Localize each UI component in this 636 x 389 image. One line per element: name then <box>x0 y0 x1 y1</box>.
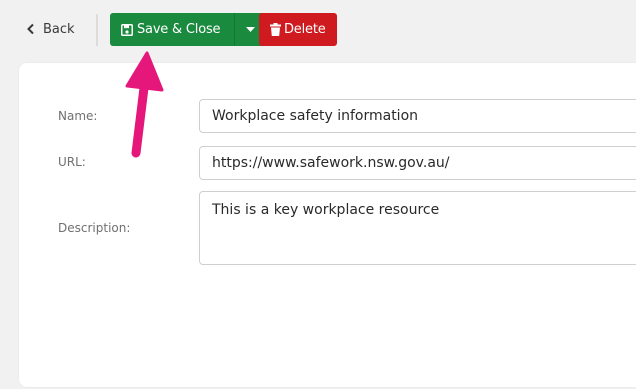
back-label: Back <box>43 21 75 37</box>
description-label: Description: <box>58 221 131 235</box>
floppy-disk-icon <box>121 23 133 36</box>
save-button-group: Save & Close <box>110 13 267 46</box>
delete-button[interactable]: Delete <box>259 13 337 46</box>
chevron-left-icon <box>27 23 34 35</box>
save-and-close-button[interactable]: Save & Close <box>110 13 235 46</box>
url-label: URL: <box>58 155 86 169</box>
back-button[interactable]: Back <box>26 14 75 44</box>
description-textarea[interactable]: This is a key workplace resource <box>199 191 636 265</box>
save-and-close-label: Save & Close <box>137 22 221 37</box>
url-input[interactable]: https://www.safework.nsw.gov.au/ <box>199 146 636 180</box>
toolbar-divider <box>96 14 98 46</box>
trash-icon <box>270 23 281 36</box>
name-input[interactable]: Workplace safety information <box>199 99 636 133</box>
name-label: Name: <box>58 109 98 123</box>
delete-label: Delete <box>284 22 326 37</box>
caret-down-icon <box>246 27 256 32</box>
toolbar: Back Save & Close Delete <box>0 0 636 60</box>
